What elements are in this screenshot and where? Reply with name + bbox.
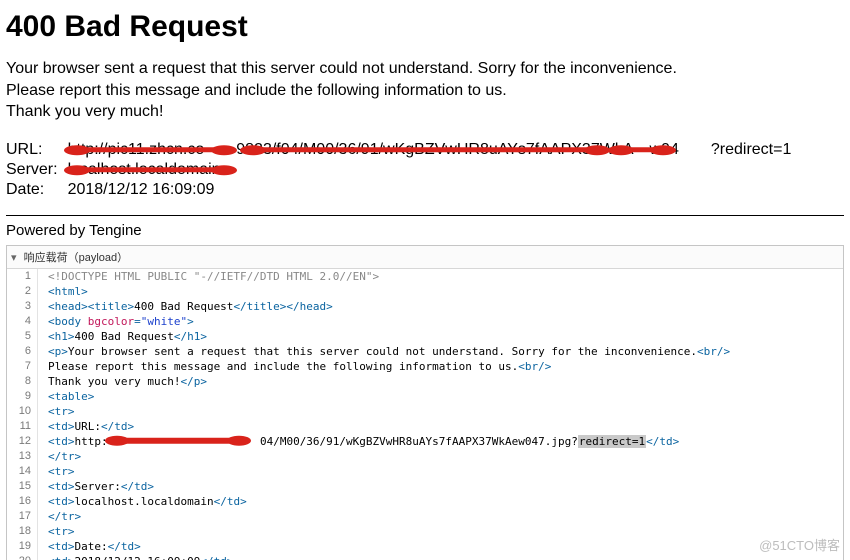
payload-title: 响应载荷（payload） <box>24 252 129 264</box>
line-number: 5 <box>7 329 38 344</box>
payload-panel: ▾ 响应载荷（payload） 1 <!DOCTYPE HTML PUBLIC "… <box>6 245 844 560</box>
redacted-server: localhost.localdomain <box>68 161 221 179</box>
error-intro: Your browser sent a request that this se… <box>6 58 844 123</box>
url-query: ?redirect=1 <box>711 141 792 158</box>
intro-line-1: Your browser sent a request that this se… <box>6 60 677 77</box>
tag: </td> <box>214 495 247 508</box>
date-label: Date: <box>6 181 68 201</box>
tag: <td> <box>48 540 75 553</box>
tag: </title></head> <box>233 300 332 313</box>
error-heading: 400 Bad Request <box>6 10 844 44</box>
text: 04/M00/36/91/wKgBZVwHR8uAYs7fAAPX37WkAew… <box>260 435 578 448</box>
tag: </td> <box>646 435 679 448</box>
url-value: http://pic11.zhcn.coxxxx9823/f04/M00/36/… <box>68 141 798 161</box>
server-label: Server: <box>6 161 68 181</box>
tag: <td> <box>48 435 75 448</box>
text: Date: <box>75 540 108 553</box>
text: Please report this message and include t… <box>48 360 518 373</box>
line-number: 11 <box>7 419 38 434</box>
intro-line-2: Please report this message and include t… <box>6 82 507 99</box>
collapse-triangle-icon[interactable]: ▾ <box>11 252 17 264</box>
tag: <body <box>48 315 88 328</box>
date-value: 2018/12/12 16:09:09 <box>68 181 798 201</box>
tag: <br/> <box>518 360 551 373</box>
server-row: Server: localhost.localdomain <box>6 161 797 181</box>
tag: </td> <box>108 540 141 553</box>
payload-panel-header[interactable]: ▾ 响应载荷（payload） <box>7 246 843 269</box>
attr: bgcolor <box>88 315 134 328</box>
line-number: 15 <box>7 479 38 494</box>
tag: <table> <box>48 390 94 403</box>
doctype: <!DOCTYPE HTML PUBLIC "-//IETF//DTD HTML… <box>48 270 379 283</box>
line-number: 7 <box>7 359 38 374</box>
line-number: 9 <box>7 389 38 404</box>
tag: </h1> <box>174 330 207 343</box>
tag: <td> <box>48 555 75 560</box>
tag: </td> <box>200 555 233 560</box>
tag: <br/> <box>697 345 730 358</box>
line-number: 20 <box>7 554 38 560</box>
text: Thank you very much! <box>48 375 180 388</box>
tag: <td> <box>48 420 75 433</box>
line-number: 4 <box>7 314 38 329</box>
text: 400 Bad Request <box>134 300 233 313</box>
error-details-table: URL: http://pic11.zhcn.coxxxx9823/f04/M0… <box>6 141 797 201</box>
line-number: 10 <box>7 404 38 419</box>
line-number: 1 <box>7 269 38 284</box>
tag: </tr> <box>48 510 81 523</box>
tag: <tr> <box>48 465 75 478</box>
line-number: 8 <box>7 374 38 389</box>
line-number: 14 <box>7 464 38 479</box>
line-number: 17 <box>7 509 38 524</box>
tag: </tr> <box>48 450 81 463</box>
line-number: 16 <box>7 494 38 509</box>
url-label: URL: <box>6 141 68 161</box>
line-number: 3 <box>7 299 38 314</box>
tag: > <box>187 315 194 328</box>
text: URL: <box>75 420 102 433</box>
redacted-url: http://pic11.zhcn.coxxxx9823/f04/M00/36/… <box>68 141 711 159</box>
line-number: 12 <box>7 434 38 449</box>
tag: <tr> <box>48 525 75 538</box>
text: Server: <box>75 480 121 493</box>
line-number: 19 <box>7 539 38 554</box>
powered-by: Powered by Tengine <box>6 222 844 239</box>
tag: = <box>134 315 141 328</box>
line-number: 6 <box>7 344 38 359</box>
redacted-url-source: //pic11.zhcn.com:9823/f <box>108 434 260 449</box>
text: Your browser sent a request that this se… <box>68 345 697 358</box>
tag: <td> <box>48 495 75 508</box>
tag: <html> <box>48 285 88 298</box>
url-row: URL: http://pic11.zhcn.coxxxx9823/f04/M0… <box>6 141 797 161</box>
text: localhost.localdomain <box>75 495 214 508</box>
val: "white" <box>141 315 187 328</box>
tag: <h1> <box>48 330 75 343</box>
line-number: 2 <box>7 284 38 299</box>
tag: </td> <box>121 480 154 493</box>
tag: <tr> <box>48 405 75 418</box>
tag: </p> <box>180 375 207 388</box>
highlighted-query: redirect=1 <box>578 435 646 448</box>
text: http: <box>75 435 108 448</box>
tag: <td> <box>48 480 75 493</box>
tag: <head><title> <box>48 300 134 313</box>
divider <box>6 215 844 216</box>
line-number: 13 <box>7 449 38 464</box>
text: 400 Bad Request <box>75 330 174 343</box>
date-row: Date: 2018/12/12 16:09:09 <box>6 181 797 201</box>
text: 2018/12/12 16:09:09 <box>75 555 201 560</box>
source-code[interactable]: 1 <!DOCTYPE HTML PUBLIC "-//IETF//DTD HTM… <box>7 269 843 560</box>
tag: </td> <box>101 420 134 433</box>
watermark: @51CTO博客 <box>759 535 840 554</box>
line-number: 18 <box>7 524 38 539</box>
intro-line-3: Thank you very much! <box>6 103 163 120</box>
tag: <p> <box>48 345 68 358</box>
